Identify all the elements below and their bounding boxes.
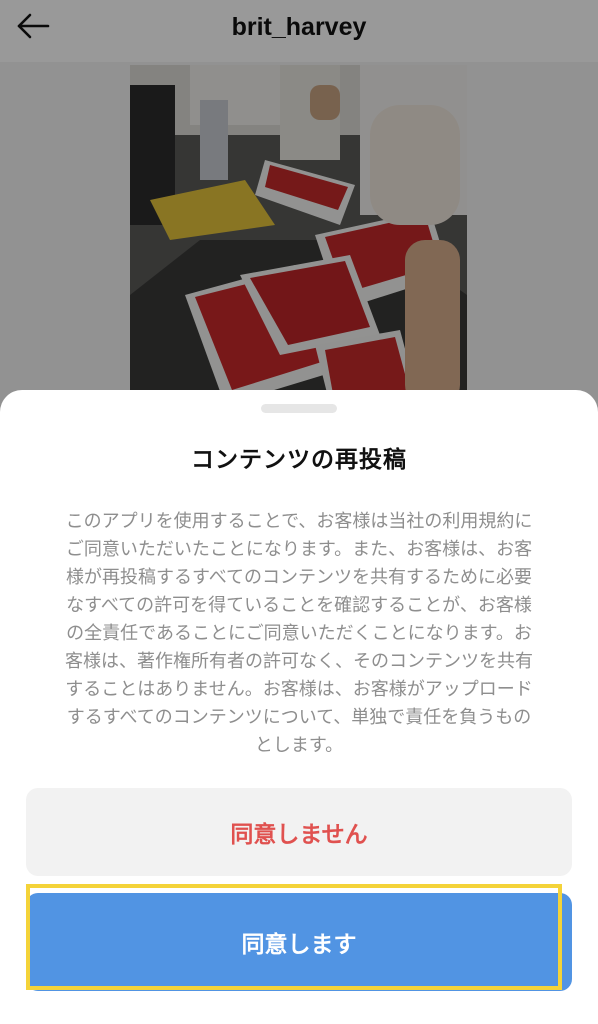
terms-line: なすべての許可を得ていることを確認することが、お客様	[66, 595, 532, 616]
sheet-title: コンテンツの再投稿	[191, 447, 407, 473]
terms-line: するすべてのコンテンツについて、単独で責任を負うもの	[66, 707, 532, 728]
terms-text: このアプリを使用することで、お客様は当社の利用規約に ご同意いただいたことになり…	[22, 508, 576, 760]
repost-bottom-sheet: コンテンツの再投稿 このアプリを使用することで、お客様は当社の利用規約に ご同意…	[0, 390, 598, 1024]
terms-line: することはありません。お客様は、お客様がアップロード	[65, 679, 533, 700]
decline-button[interactable]: 同意しません	[26, 788, 572, 876]
terms-line: ご同意いただいたことになります。また、お客様は、お客	[65, 539, 533, 560]
sheet-drag-handle[interactable]	[261, 404, 337, 413]
agree-button[interactable]: 同意します	[26, 893, 572, 991]
terms-line: とします。	[254, 735, 344, 756]
terms-line: 様が再投稿するすべてのコンテンツを共有するために必要	[65, 567, 533, 588]
terms-line: 客様は、著作権所有者の許可なく、そのコンテンツを共有	[65, 651, 533, 672]
terms-line: このアプリを使用することで、お客様は当社の利用規約に	[65, 511, 533, 532]
terms-line: の全責任であることにご同意いただくことになります。お	[66, 623, 532, 644]
